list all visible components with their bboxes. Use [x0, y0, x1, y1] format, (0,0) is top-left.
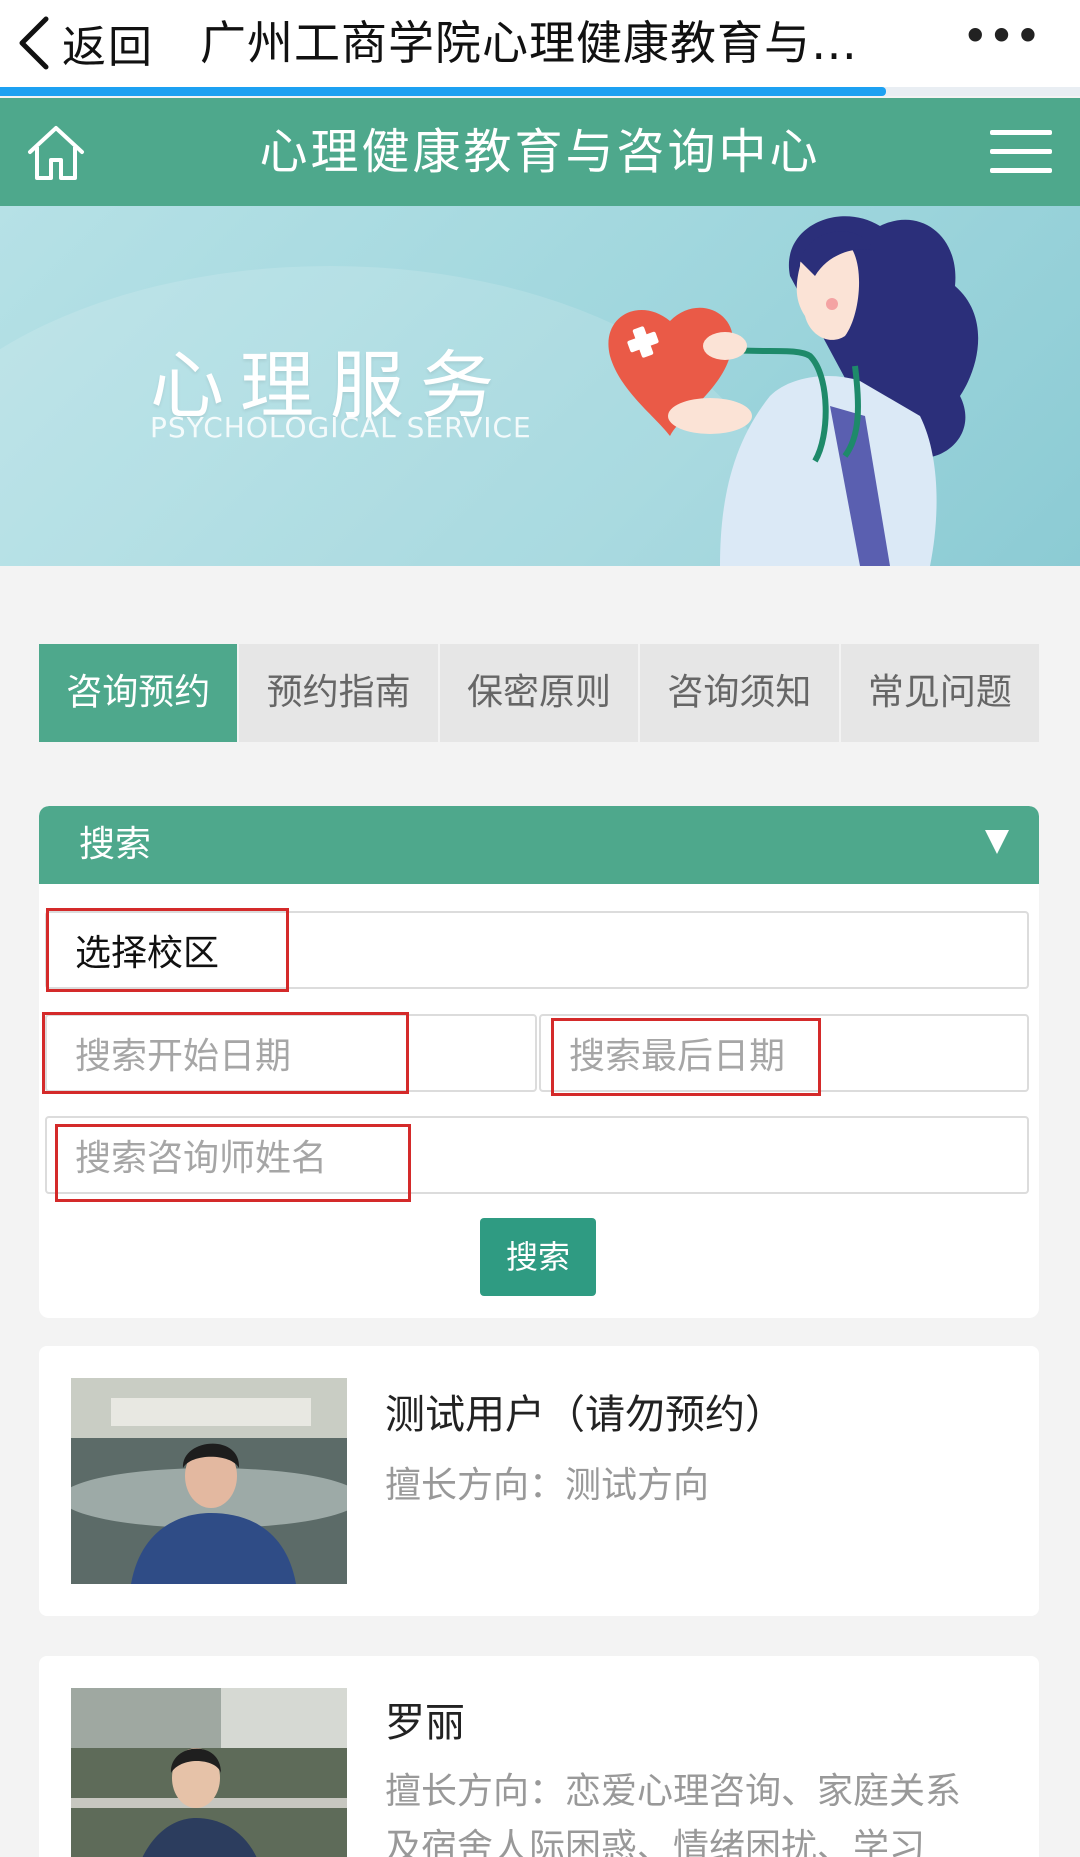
counselor-name: 测试用户（请勿预约）: [385, 1392, 785, 1438]
caret-down-icon: [985, 830, 1009, 854]
tab-faq[interactable]: 常见问题: [840, 644, 1040, 742]
back-button[interactable]: 返回: [14, 8, 154, 78]
search-panel-title: 搜索: [79, 824, 152, 865]
tab-bar: 咨询预约 预约指南 保密原则 咨询须知 常见问题: [39, 644, 1040, 742]
counselor-name: 罗丽: [385, 1700, 465, 1746]
hero-banner: 心理服务 PSYCHOLOGICAL SERVICE: [0, 206, 1080, 566]
site-title: 心理健康教育与咨询中心: [259, 124, 821, 180]
page-title: 广州工商学院心理健康教育与…: [200, 16, 858, 70]
browser-topbar: 返回 广州工商学院心理健康教育与… •••: [0, 0, 1080, 96]
counselor-photo: [71, 1688, 347, 1857]
menu-icon[interactable]: [990, 130, 1052, 174]
doctor-with-heart-illustration: [608, 216, 979, 566]
page-load-progress: [0, 87, 1080, 96]
chevron-left-icon: [19, 16, 49, 70]
tab-booking-guide[interactable]: 预约指南: [239, 644, 438, 742]
banner-subtitle: PSYCHOLOGICAL SERVICE: [150, 411, 532, 444]
tab-consultation-notice[interactable]: 咨询须知: [640, 644, 839, 742]
counselor-specialty: 擅长方向：恋爱心理咨询、家庭关系及宿舍人际困惑、情绪困扰、学习: [385, 1771, 962, 1857]
counselor-card[interactable]: 测试用户（请勿预约） 擅长方向：测试方向: [39, 1346, 1039, 1616]
search-panel-header[interactable]: 搜索: [39, 806, 1039, 884]
highlight-box: [46, 908, 289, 992]
tab-confidentiality[interactable]: 保密原则: [439, 644, 639, 742]
counselor-specialty: 擅长方向：测试方向: [385, 1465, 710, 1506]
more-options-icon[interactable]: •••: [963, 14, 1042, 68]
highlight-box: [55, 1124, 411, 1202]
counselor-photo: [71, 1378, 347, 1584]
search-panel: 搜索 选择校区 搜索开始日期 搜索最后日期 搜索咨询师姓名 搜索: [39, 806, 1039, 1318]
highlight-box: [551, 1018, 821, 1096]
tab-consultation-booking[interactable]: 咨询预约: [39, 644, 238, 742]
counselor-card[interactable]: 罗丽 擅长方向：恋爱心理咨询、家庭关系及宿舍人际困惑、情绪困扰、学习: [39, 1656, 1039, 1857]
highlight-box: [42, 1012, 409, 1094]
page-load-progress-fill: [0, 87, 886, 96]
search-button[interactable]: 搜索: [480, 1218, 596, 1296]
back-label: 返回: [62, 22, 154, 73]
site-header: 心理健康教育与咨询中心: [0, 98, 1080, 206]
